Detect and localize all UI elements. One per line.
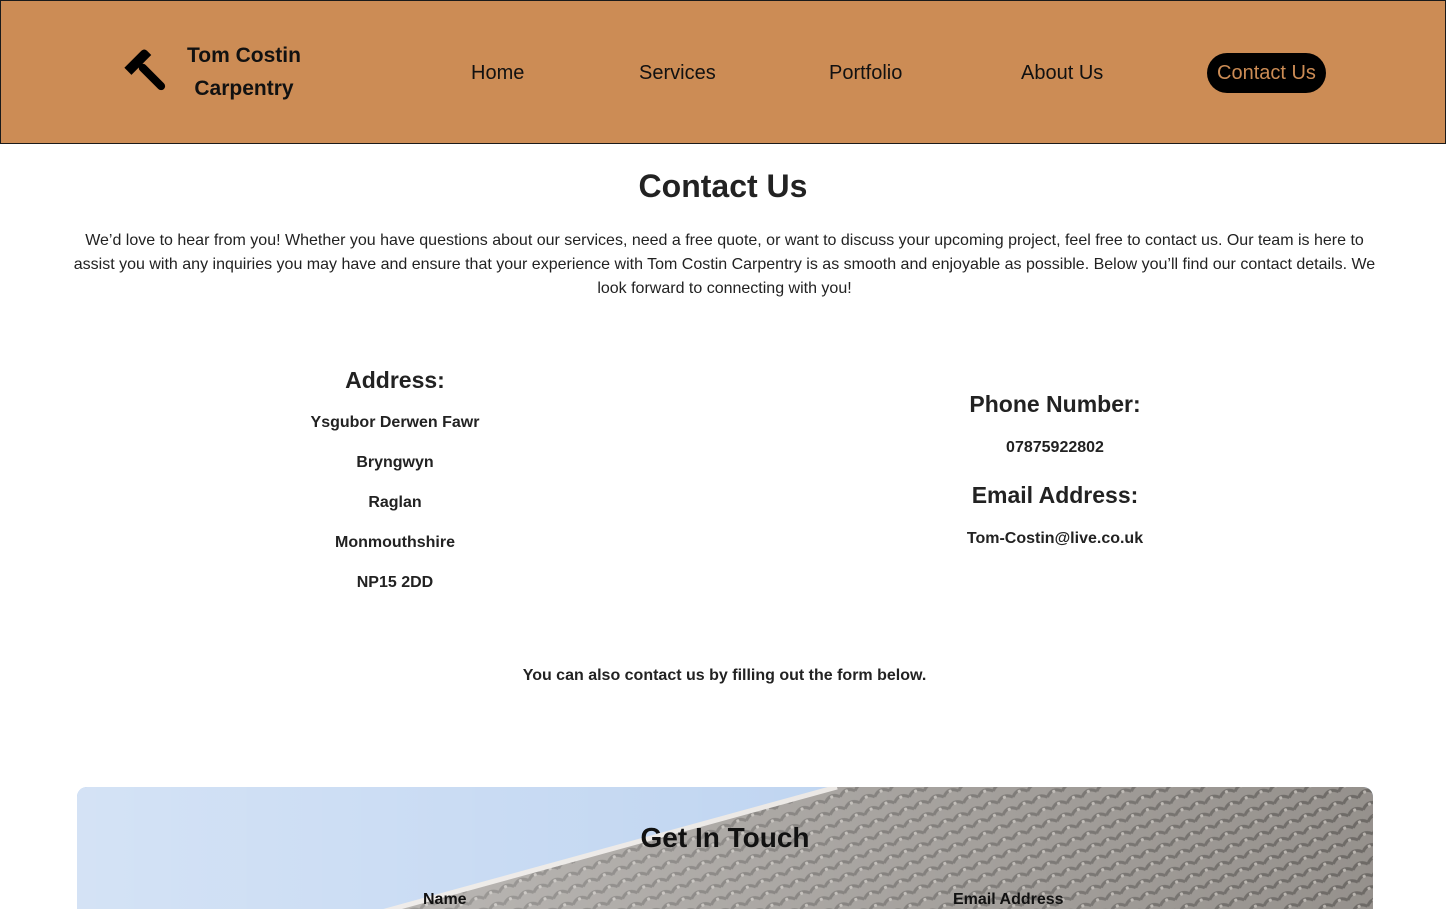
address-heading: Address: (345, 367, 445, 393)
address-line: Monmouthshire (335, 534, 455, 551)
nav-portfolio[interactable]: Portfolio (829, 53, 902, 93)
page-title: Contact Us (638, 168, 808, 204)
brand-name: Tom Costin Carpentry (187, 39, 301, 105)
address-section: Address: Ysgubor Derwen Fawr Bryngwyn Ra… (265, 365, 525, 603)
contact-form-card: Get In Touch Name Email Address (77, 787, 1373, 909)
intro-text: We’d love to hear from you! Whether you … (73, 232, 1376, 297)
nav-home[interactable]: Home (471, 53, 524, 93)
brand-name-line2: Carpentry (194, 77, 294, 100)
contact-details-section: Phone Number: 07875922802 Email Address:… (925, 389, 1185, 571)
address-line: Raglan (368, 494, 422, 511)
name-label: Name (423, 891, 467, 908)
brand-name-line1: Tom Costin (187, 44, 301, 67)
email-label: Email Address (953, 891, 1064, 908)
site-header: Tom Costin Carpentry Home Services Portf… (0, 0, 1446, 144)
phone-heading: Phone Number: (969, 391, 1141, 417)
form-title: Get In Touch (640, 822, 810, 853)
address-line: NP15 2DD (356, 574, 434, 591)
phone-number[interactable]: 07875922802 (925, 428, 1185, 468)
address-line: Ysgubor Derwen Fawr (310, 414, 480, 431)
form-note: You can also contact us by filling out t… (522, 667, 927, 684)
nav-contact-us[interactable]: Contact Us (1207, 53, 1326, 93)
email-heading: Email Address: (971, 482, 1139, 508)
hammer-icon (124, 49, 166, 91)
nav-about-us[interactable]: About Us (1021, 53, 1103, 93)
address-line: Bryngwyn (356, 454, 434, 471)
email-address[interactable]: Tom-Costin@live.co.uk (925, 519, 1185, 559)
nav-services[interactable]: Services (639, 53, 716, 93)
brand[interactable]: Tom Costin Carpentry (123, 39, 301, 105)
